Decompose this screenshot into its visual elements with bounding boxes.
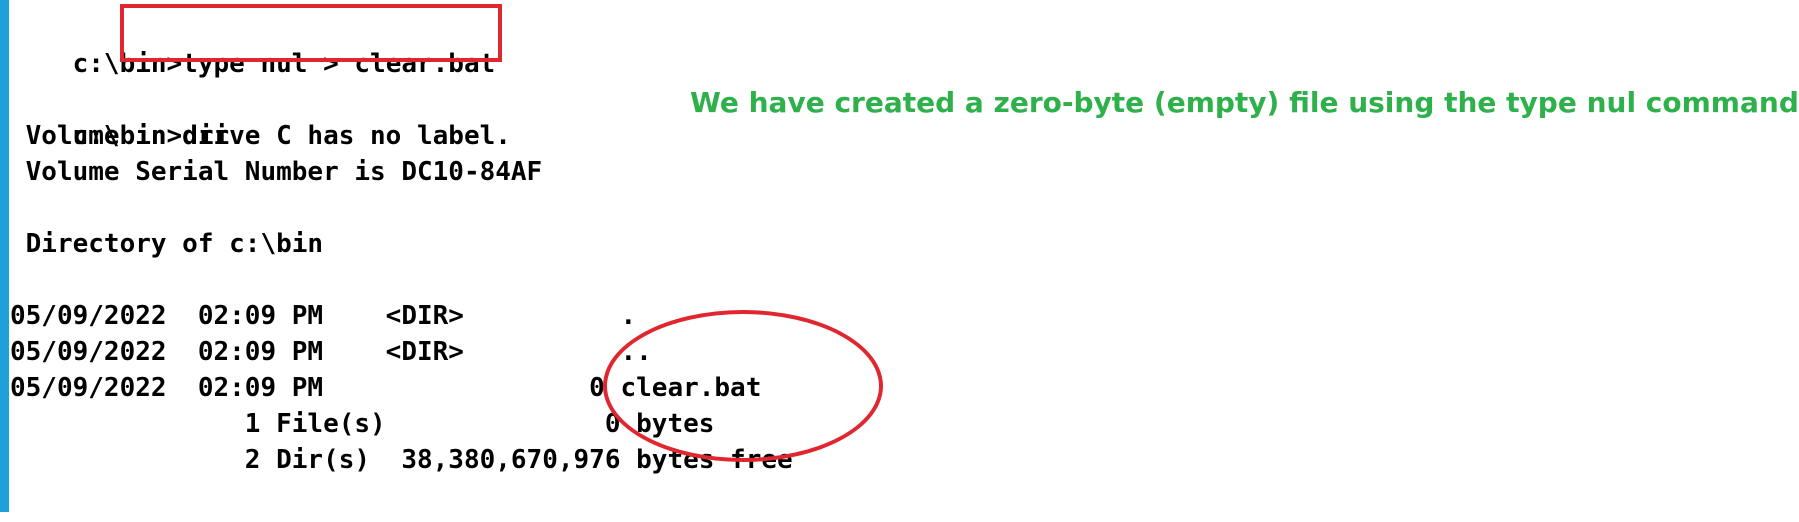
directory-of-line: Directory of c:\bin bbox=[10, 229, 324, 259]
command-line-dir: c:\bin>dir bbox=[10, 82, 793, 151]
explanation-annotation: We have created a zero-byte (empty) file… bbox=[690, 86, 1799, 119]
command-highlight-box bbox=[120, 4, 502, 62]
volume-label-line: Volume in drive C has no label. bbox=[10, 121, 511, 151]
window-left-accent-bar bbox=[0, 0, 9, 512]
file-size-highlight-ellipse bbox=[603, 310, 883, 462]
volume-serial-line: Volume Serial Number is DC10-84AF bbox=[10, 157, 543, 187]
